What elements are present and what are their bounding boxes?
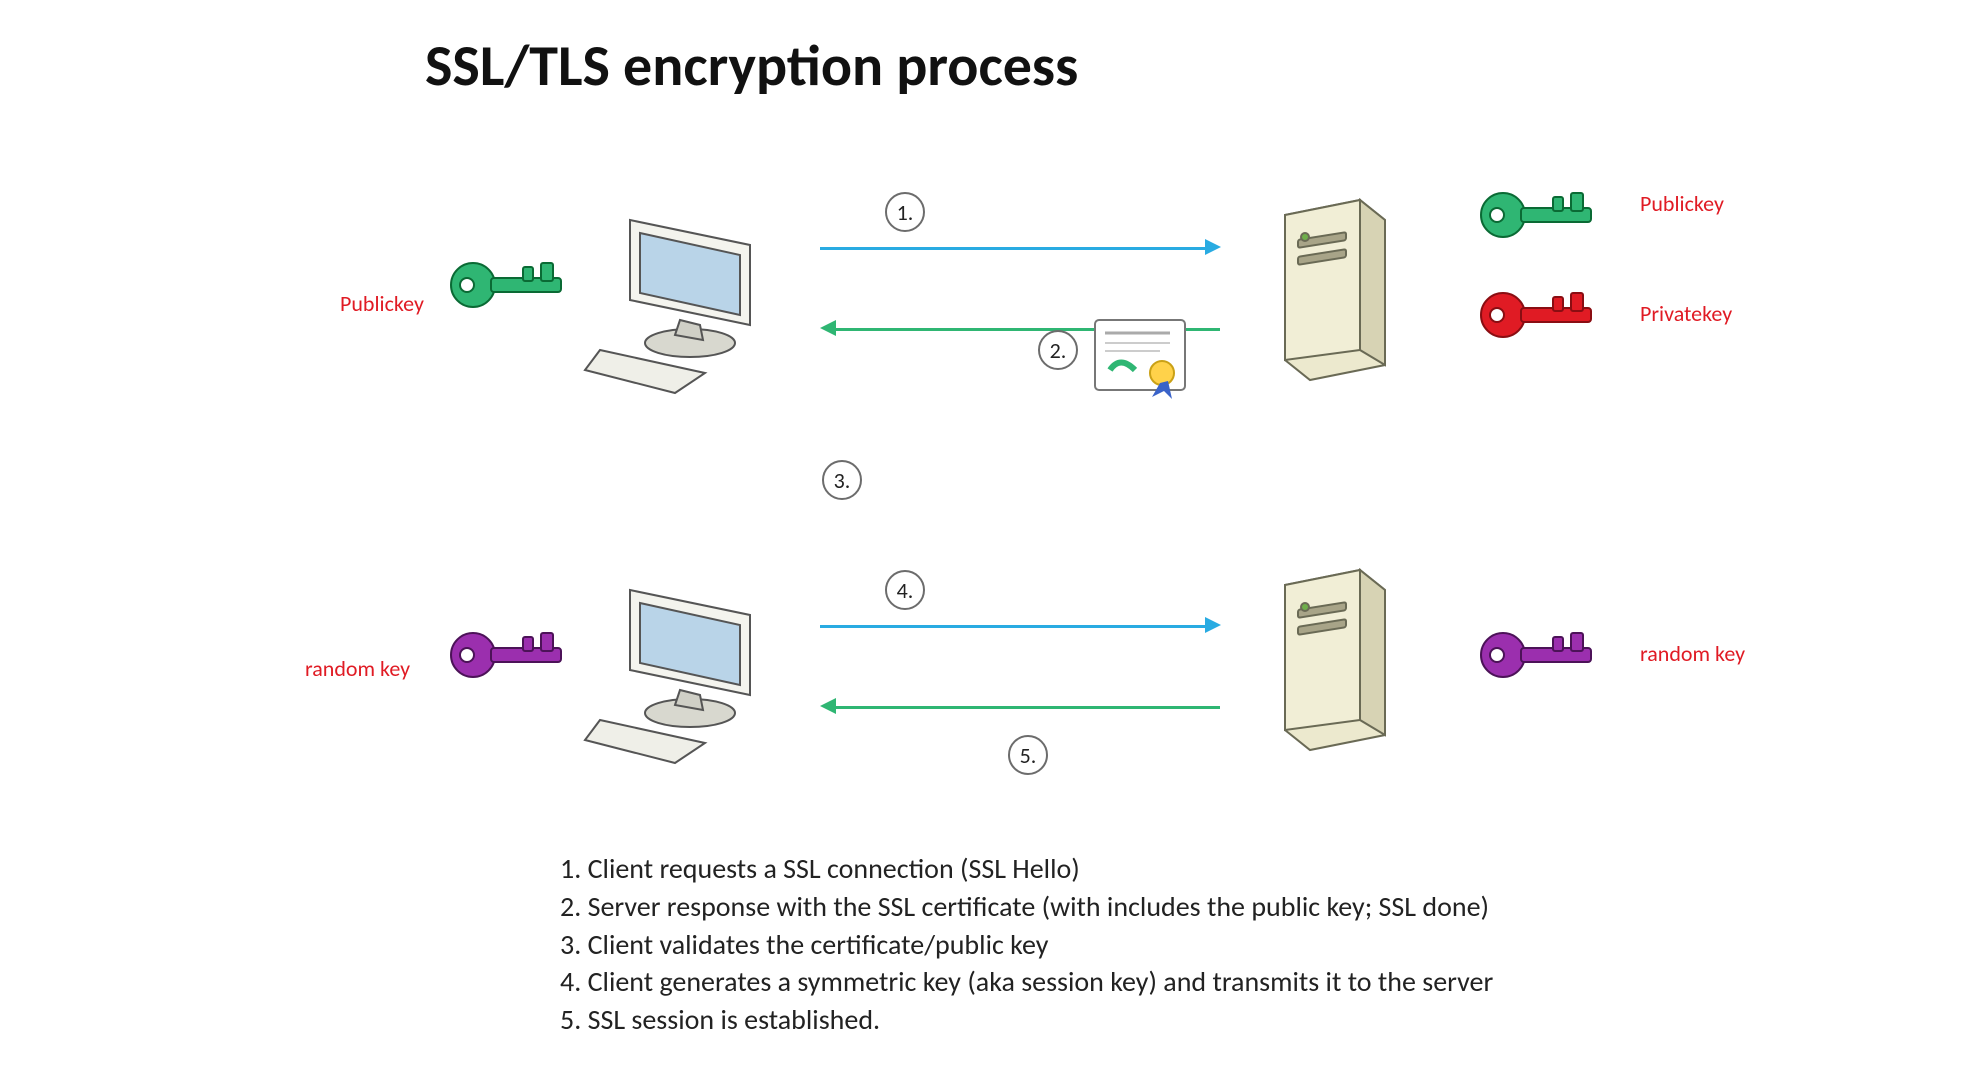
step-1-circle: 1.: [885, 192, 925, 232]
server-randomkey-label: random key: [1640, 640, 1745, 667]
green-key-icon: [445, 245, 565, 325]
red-key-icon: [1475, 275, 1595, 355]
certificate-icon: [1090, 315, 1195, 405]
legend-item: 3. Client validates the certificate/publ…: [560, 926, 1493, 964]
purple-key-icon: [1475, 615, 1595, 695]
legend-item: 1. Client requests a SSL connection (SSL…: [560, 850, 1493, 888]
legend-item: 4. Client generates a symmetric key (aka…: [560, 963, 1493, 1001]
server-publickey-label: Publickey: [1640, 190, 1724, 217]
server-icon: [1265, 190, 1405, 395]
server-privatekey-label: Privatekey: [1640, 300, 1732, 327]
server-icon: [1265, 560, 1405, 765]
step-5-circle: 5.: [1008, 735, 1048, 775]
client-randomkey-label: random key: [305, 655, 410, 682]
legend-list: 1. Client requests a SSL connection (SSL…: [560, 850, 1493, 1039]
purple-key-icon: [445, 615, 565, 695]
step-2-circle: 2.: [1038, 330, 1078, 370]
client-publickey-label: Publickey: [340, 290, 424, 317]
client-computer-icon: [575, 575, 775, 770]
legend-item: 5. SSL session is established.: [560, 1001, 1493, 1039]
step-4-circle: 4.: [885, 570, 925, 610]
diagram-page: SSL/TLS encryption process Publickey: [0, 0, 1971, 1085]
green-key-icon: [1475, 175, 1595, 255]
step-3-circle: 3.: [822, 460, 862, 500]
legend-item: 2. Server response with the SSL certific…: [560, 888, 1493, 926]
client-computer-icon: [575, 205, 775, 400]
page-title: SSL/TLS encryption process: [425, 30, 1078, 101]
